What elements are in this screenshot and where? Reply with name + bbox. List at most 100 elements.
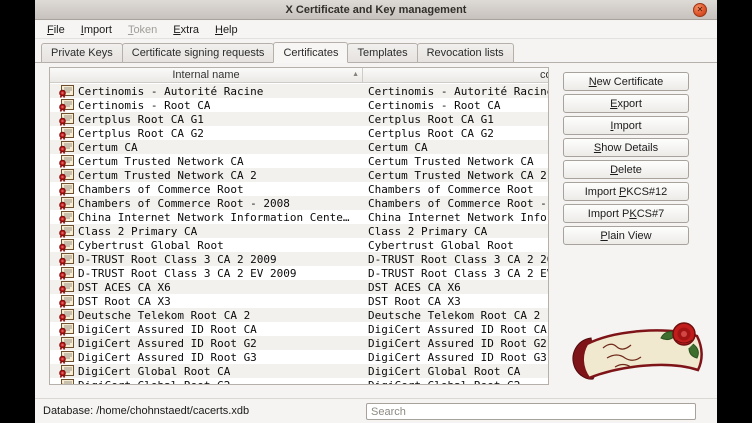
internal-name-cell: Certinomis - Autorité Racine [50,84,363,98]
internal-name-text: DigiCert Assured ID Root G3 [78,351,257,364]
table-row[interactable]: Certum CACertum CA [50,140,548,154]
sort-ascending-icon: ▲ [352,71,359,78]
table-row[interactable]: DigiCert Global Root G2DigiCert Global R… [50,378,548,384]
table-row[interactable]: Chambers of Commerce Root - 2008 Chambers… [50,196,548,210]
internal-name-text: DigiCert Global Root CA [78,365,230,378]
table-row[interactable]: Certum Trusted Network CACertum Trusted … [50,154,548,168]
certificate-icon [59,85,74,98]
table-row[interactable]: Certum Trusted Network CA 2 Certum Truste… [50,168,548,182]
menu-help[interactable]: Help [207,21,246,38]
common-name-cell: DigiCert Global Root CA [363,365,548,378]
export-button[interactable]: Export [563,94,689,113]
table-row[interactable]: Certplus Root CA G2Certplus Root CA G2 [50,126,548,140]
menu-token: Token [120,21,165,38]
menu-import[interactable]: Import [73,21,120,38]
certificate-icon [59,225,74,238]
certificate-icon [59,169,74,182]
import-pkcs-12-button[interactable]: Import PKCS#12 [563,182,689,201]
import-pkcs-7-button[interactable]: Import PKCS#7 [563,204,689,223]
internal-name-cell: Cybertrust Global Root [50,238,363,252]
certificate-icon [59,281,74,294]
internal-name-text: DigiCert Assured ID Root CA [78,323,257,336]
internal-name-cell: DST Root CA X3 [50,294,363,308]
internal-name-text: Certum CA [78,141,138,154]
table-row[interactable]: DST ACES CA X6 DST ACES CA X6 [50,280,548,294]
certificate-icon [59,211,74,224]
column-header-internal-name[interactable]: Internal name ▲ [50,68,363,82]
plain-view-button[interactable]: Plain View [563,226,689,245]
common-name-cell: DigiCert Assured ID Root G2 [363,337,548,350]
xca-logo-banner [563,308,713,392]
certificate-icon [59,337,74,350]
menu-extra[interactable]: Extra [165,21,207,38]
tabbar: Private KeysCertificate signing requests… [35,42,717,63]
certificate-icon [59,183,74,196]
certificate-icon [59,267,74,280]
internal-name-cell: DigiCert Assured ID Root G3 [50,350,363,364]
internal-name-text: DST ACES CA X6 [78,281,171,294]
common-name-cell: Certinomis - Root CA [363,99,548,112]
titlebar: X Certificate and Key management ✕ [35,0,717,20]
table-row[interactable]: DigiCert Global Root CA DigiCert Global R… [50,364,548,378]
internal-name-text: China Internet Network Information Cente… [78,211,350,224]
common-name-cell: DST ACES CA X6 [363,281,548,294]
internal-name-cell: Chambers of Commerce Root - 2008 [50,196,363,210]
table-row[interactable]: Deutsche Telekom Root CA 2 Deutsche Telek… [50,308,548,322]
table-row[interactable]: DigiCert Assured ID Root CA DigiCert Assu… [50,322,548,336]
table-row[interactable]: DST Root CA X3DST Root CA X3 [50,294,548,308]
common-name-cell: Certum Trusted Network CA 2 [363,169,548,182]
import-button[interactable]: Import [563,116,689,135]
common-name-cell: Chambers of Commerce Root - 2008 [363,197,548,210]
table-row[interactable]: D-TRUST Root Class 3 CA 2 2009 D-TRUST Ro… [50,252,548,266]
internal-name-cell: Certum Trusted Network CA [50,154,363,168]
certificate-icon [59,309,74,322]
table-row[interactable]: D-TRUST Root Class 3 CA 2 EV 2009 D-TRUST… [50,266,548,280]
column-header-common-name[interactable]: commonName [363,68,548,82]
show-details-button[interactable]: Show Details [563,138,689,157]
tab-private-keys[interactable]: Private Keys [41,43,123,62]
internal-name-text: D-TRUST Root Class 3 CA 2 EV 2009 [78,267,297,280]
table-row[interactable]: Certplus Root CA G1Certplus Root CA G1 [50,112,548,126]
menu-file[interactable]: File [39,21,73,38]
internal-name-cell: Class 2 Primary CA [50,224,363,238]
tab-certificates[interactable]: Certificates [273,42,348,63]
new-certificate-button[interactable]: New Certificate [563,72,689,91]
table-row[interactable]: Cybertrust Global RootCybertrust Global … [50,238,548,252]
table-row[interactable]: Certinomis - Autorité RacineCertinomis -… [50,84,548,98]
table-row[interactable]: Class 2 Primary CAClass 2 Primary CA [50,224,548,238]
table-row[interactable]: DigiCert Assured ID Root G2DigiCert Assu… [50,336,548,350]
search-input[interactable] [366,403,696,420]
certificate-icon [59,351,74,364]
internal-name-cell: Certinomis - Root CA [50,98,363,112]
common-name-cell: DST Root CA X3 [363,295,548,308]
common-name-cell: Class 2 Primary CA [363,225,548,238]
internal-name-cell: Certplus Root CA G1 [50,112,363,126]
common-name-cell: Chambers of Commerce Root [363,183,548,196]
tab-templates[interactable]: Templates [347,43,417,62]
internal-name-cell: Certum CA [50,140,363,154]
window-title: X Certificate and Key management [286,4,467,16]
certificate-icon [59,323,74,336]
common-name-cell: DigiCert Assured ID Root CA [363,323,548,336]
internal-name-text: D-TRUST Root Class 3 CA 2 2009 [78,253,277,266]
common-name-cell: D-TRUST Root Class 3 CA 2 EV 2009 [363,267,548,280]
common-name-cell: Deutsche Telekom Root CA 2 [363,309,548,322]
internal-name-text: Deutsche Telekom Root CA 2 [78,309,250,322]
certificate-icon [59,141,74,154]
tab-certificate-signing-requests[interactable]: Certificate signing requests [122,43,275,62]
certificate-icon [59,379,74,385]
internal-name-text: Certum Trusted Network CA 2 [78,169,257,182]
tab-revocation-lists[interactable]: Revocation lists [417,43,514,62]
common-name-cell: D-TRUST Root Class 3 CA 2 2009 [363,253,548,266]
internal-name-cell: Deutsche Telekom Root CA 2 [50,308,363,322]
close-icon[interactable]: ✕ [693,3,707,17]
table-row[interactable]: Certinomis - Root CACertinomis - Root CA [50,98,548,112]
table-row[interactable]: Chambers of Commerce RootChambers of Com… [50,182,548,196]
menubar: FileImportTokenExtraHelp [35,21,717,39]
delete-button[interactable]: Delete [563,160,689,179]
column-label: commonName [540,69,548,81]
certificate-icon [59,99,74,112]
table-row[interactable]: DigiCert Assured ID Root G3DigiCert Assu… [50,350,548,364]
internal-name-text: Chambers of Commerce Root - 2008 [78,197,290,210]
table-row[interactable]: China Internet Network Information Cente… [50,210,548,224]
